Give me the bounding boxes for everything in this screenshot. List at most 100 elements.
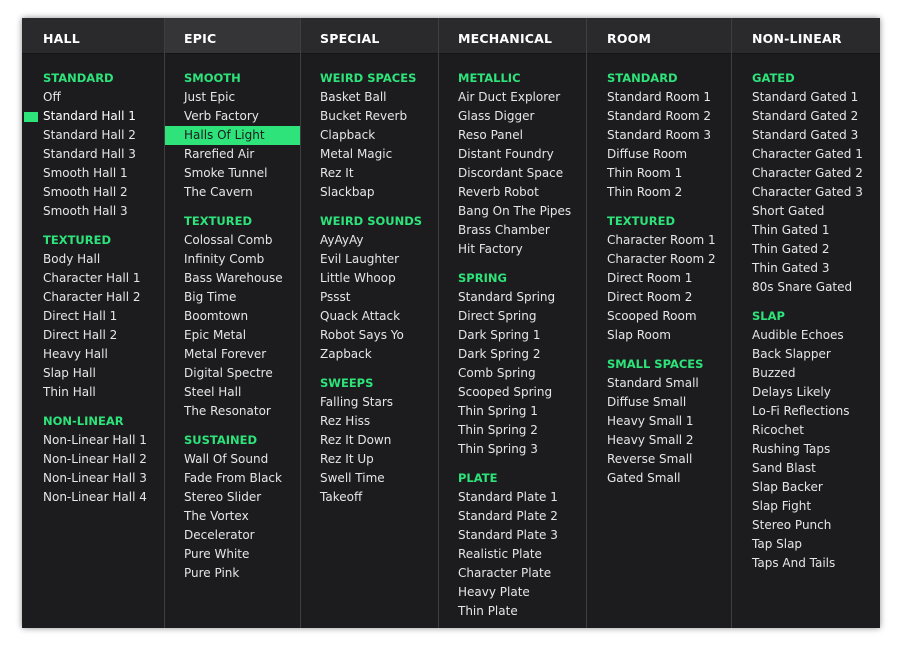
preset-item[interactable]: Non-Linear Hall 3 bbox=[22, 469, 164, 488]
preset-item[interactable]: Hit Factory bbox=[439, 240, 586, 259]
preset-item[interactable]: Reverb Robot bbox=[439, 183, 586, 202]
preset-item[interactable]: Standard Plate 1 bbox=[439, 488, 586, 507]
preset-item[interactable]: Standard Gated 2 bbox=[732, 107, 880, 126]
preset-item[interactable]: Air Duct Explorer bbox=[439, 88, 586, 107]
preset-item[interactable]: Rarefied Air bbox=[165, 145, 300, 164]
preset-item[interactable]: Metal Magic bbox=[301, 145, 438, 164]
preset-item[interactable]: Bucket Reverb bbox=[301, 107, 438, 126]
category-header-epic[interactable]: EPIC bbox=[165, 18, 300, 54]
preset-item[interactable]: Character Plate bbox=[439, 564, 586, 583]
preset-item[interactable]: Heavy Hall bbox=[22, 345, 164, 364]
preset-item[interactable]: Standard Plate 2 bbox=[439, 507, 586, 526]
preset-item[interactable]: Big Time bbox=[165, 288, 300, 307]
category-header-non-linear[interactable]: NON-LINEAR bbox=[732, 18, 880, 54]
preset-item[interactable]: Pssst bbox=[301, 288, 438, 307]
preset-item[interactable]: Tap Slap bbox=[732, 535, 880, 554]
preset-item[interactable]: Character Gated 3 bbox=[732, 183, 880, 202]
preset-item[interactable]: Buzzed bbox=[732, 364, 880, 383]
preset-item[interactable]: AyAyAy bbox=[301, 231, 438, 250]
preset-item[interactable]: Infinity Comb bbox=[165, 250, 300, 269]
preset-item[interactable]: The Resonator bbox=[165, 402, 300, 421]
preset-item[interactable]: Heavy Small 2 bbox=[587, 431, 731, 450]
preset-item[interactable]: Standard Plate 3 bbox=[439, 526, 586, 545]
preset-item[interactable]: Character Gated 1 bbox=[732, 145, 880, 164]
preset-item[interactable]: Discordant Space bbox=[439, 164, 586, 183]
preset-item[interactable]: Off bbox=[22, 88, 164, 107]
preset-item[interactable]: Direct Room 2 bbox=[587, 288, 731, 307]
preset-item[interactable]: Slap Fight bbox=[732, 497, 880, 516]
preset-item[interactable]: Diffuse Room bbox=[587, 145, 731, 164]
preset-item[interactable]: Metal Forever bbox=[165, 345, 300, 364]
preset-item[interactable]: Standard Gated 3 bbox=[732, 126, 880, 145]
preset-item[interactable]: Character Hall 2 bbox=[22, 288, 164, 307]
preset-item[interactable]: Colossal Comb bbox=[165, 231, 300, 250]
preset-item[interactable]: Bang On The Pipes bbox=[439, 202, 586, 221]
preset-item[interactable]: Pure Pink bbox=[165, 564, 300, 583]
category-header-hall[interactable]: HALL bbox=[22, 18, 164, 54]
preset-item[interactable]: Just Epic bbox=[165, 88, 300, 107]
preset-item[interactable]: Short Gated bbox=[732, 202, 880, 221]
preset-item[interactable]: Steel Hall bbox=[165, 383, 300, 402]
preset-item[interactable]: Zapback bbox=[301, 345, 438, 364]
preset-item[interactable]: Character Room 1 bbox=[587, 231, 731, 250]
category-header-special[interactable]: SPECIAL bbox=[301, 18, 438, 54]
preset-item[interactable]: Boomtown bbox=[165, 307, 300, 326]
preset-item[interactable]: Dark Spring 2 bbox=[439, 345, 586, 364]
preset-item[interactable]: Thin Room 1 bbox=[587, 164, 731, 183]
preset-item[interactable]: Robot Says Yo bbox=[301, 326, 438, 345]
preset-item[interactable]: Character Room 2 bbox=[587, 250, 731, 269]
preset-item[interactable]: Stereo Slider bbox=[165, 488, 300, 507]
category-header-mechanical[interactable]: MECHANICAL bbox=[439, 18, 586, 54]
preset-item[interactable]: Audible Echoes bbox=[732, 326, 880, 345]
preset-item[interactable]: Brass Chamber bbox=[439, 221, 586, 240]
preset-item[interactable]: Body Hall bbox=[22, 250, 164, 269]
preset-item[interactable]: Ricochet bbox=[732, 421, 880, 440]
preset-item[interactable]: Slap Hall bbox=[22, 364, 164, 383]
preset-item[interactable]: Rez It Up bbox=[301, 450, 438, 469]
preset-item[interactable]: 80s Snare Gated bbox=[732, 278, 880, 297]
preset-item[interactable]: Smooth Hall 3 bbox=[22, 202, 164, 221]
preset-item[interactable]: Standard Spring bbox=[439, 288, 586, 307]
preset-item[interactable]: Dark Spring 1 bbox=[439, 326, 586, 345]
preset-item[interactable]: Swell Time bbox=[301, 469, 438, 488]
preset-item[interactable]: Non-Linear Hall 2 bbox=[22, 450, 164, 469]
preset-item-selected[interactable]: Standard Hall 1 bbox=[22, 107, 164, 126]
preset-item[interactable]: Quack Attack bbox=[301, 307, 438, 326]
preset-item[interactable]: Scooped Spring bbox=[439, 383, 586, 402]
preset-item[interactable]: Direct Hall 1 bbox=[22, 307, 164, 326]
preset-item[interactable]: Rez It bbox=[301, 164, 438, 183]
preset-item[interactable]: Standard Hall 2 bbox=[22, 126, 164, 145]
preset-item[interactable]: Smooth Hall 1 bbox=[22, 164, 164, 183]
preset-item[interactable]: Evil Laughter bbox=[301, 250, 438, 269]
preset-item[interactable]: Thin Room 2 bbox=[587, 183, 731, 202]
preset-item[interactable]: Character Gated 2 bbox=[732, 164, 880, 183]
preset-item[interactable]: Thin Gated 1 bbox=[732, 221, 880, 240]
preset-item[interactable]: Thin Plate bbox=[439, 602, 586, 621]
preset-item[interactable]: Reverse Small bbox=[587, 450, 731, 469]
preset-item[interactable]: Gated Small bbox=[587, 469, 731, 488]
preset-item[interactable]: Stereo Punch bbox=[732, 516, 880, 535]
preset-item[interactable]: Thin Spring 1 bbox=[439, 402, 586, 421]
preset-item[interactable]: Heavy Plate bbox=[439, 583, 586, 602]
preset-item[interactable]: Glass Digger bbox=[439, 107, 586, 126]
preset-item[interactable]: Epic Metal bbox=[165, 326, 300, 345]
preset-item[interactable]: Fade From Black bbox=[165, 469, 300, 488]
preset-item[interactable]: Standard Room 3 bbox=[587, 126, 731, 145]
preset-item[interactable]: Slap Backer bbox=[732, 478, 880, 497]
preset-item[interactable]: The Vortex bbox=[165, 507, 300, 526]
preset-item[interactable]: Bass Warehouse bbox=[165, 269, 300, 288]
preset-item[interactable]: Pure White bbox=[165, 545, 300, 564]
preset-item[interactable]: Little Whoop bbox=[301, 269, 438, 288]
preset-item[interactable]: Thin Gated 2 bbox=[732, 240, 880, 259]
preset-item[interactable]: Direct Spring bbox=[439, 307, 586, 326]
preset-item[interactable]: Character Hall 1 bbox=[22, 269, 164, 288]
preset-item[interactable]: The Cavern bbox=[165, 183, 300, 202]
preset-item[interactable]: Takeoff bbox=[301, 488, 438, 507]
preset-item[interactable]: Verb Factory bbox=[165, 107, 300, 126]
preset-item[interactable]: Rez Hiss bbox=[301, 412, 438, 431]
preset-item[interactable]: Standard Room 2 bbox=[587, 107, 731, 126]
preset-item[interactable]: Delays Likely bbox=[732, 383, 880, 402]
preset-item[interactable]: Rez It Down bbox=[301, 431, 438, 450]
preset-item[interactable]: Direct Room 1 bbox=[587, 269, 731, 288]
preset-item[interactable]: Distant Foundry bbox=[439, 145, 586, 164]
